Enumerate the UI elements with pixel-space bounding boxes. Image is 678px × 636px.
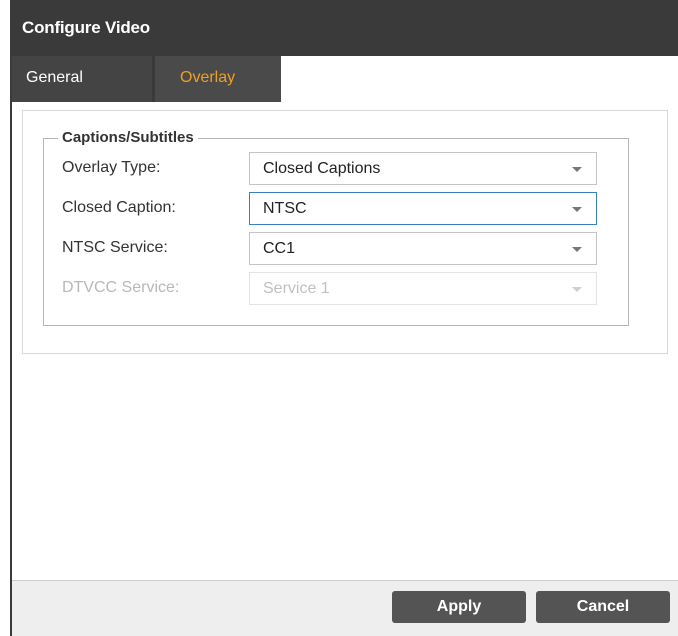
chevron-down-icon <box>572 167 582 172</box>
ntsc-service-value: CC1 <box>263 240 296 257</box>
dtvcc-service-select: Service 1 <box>249 272 597 305</box>
apply-button[interactable]: Apply <box>392 591 526 623</box>
dialog-titlebar: Configure Video <box>10 0 678 56</box>
tab-overlay[interactable]: Overlay <box>155 56 281 102</box>
chevron-down-icon <box>572 207 582 212</box>
overlay-panel: Captions/Subtitles Overlay Type: Closed … <box>22 110 668 354</box>
cancel-button[interactable]: Cancel <box>536 591 670 623</box>
tab-strip-filler <box>281 56 678 102</box>
closed-caption-label: Closed Caption: <box>62 199 176 216</box>
overlay-type-select[interactable]: Closed Captions <box>249 152 597 185</box>
dialog-footer: Apply Cancel <box>12 580 678 636</box>
dtvcc-service-value: Service 1 <box>263 280 330 297</box>
dialog-body: Captions/Subtitles Overlay Type: Closed … <box>12 102 678 580</box>
overlay-type-label: Overlay Type: <box>62 159 161 176</box>
chevron-down-icon <box>572 247 582 252</box>
dialog-title: Configure Video <box>22 18 150 37</box>
closed-caption-select[interactable]: NTSC <box>249 192 597 225</box>
overlay-type-value: Closed Captions <box>263 160 381 177</box>
closed-caption-value: NTSC <box>263 200 307 217</box>
configure-video-dialog: Configure Video General Overlay Captions… <box>10 0 678 636</box>
tab-general[interactable]: General <box>12 56 152 102</box>
chevron-down-icon <box>572 287 582 292</box>
ntsc-service-select[interactable]: CC1 <box>249 232 597 265</box>
dtvcc-service-label: DTVCC Service: <box>62 279 180 296</box>
ntsc-service-label: NTSC Service: <box>62 239 168 256</box>
captions-subtitles-legend: Captions/Subtitles <box>58 129 198 146</box>
tab-strip: General Overlay <box>10 56 678 102</box>
captions-subtitles-group: Captions/Subtitles Overlay Type: Closed … <box>43 129 629 326</box>
